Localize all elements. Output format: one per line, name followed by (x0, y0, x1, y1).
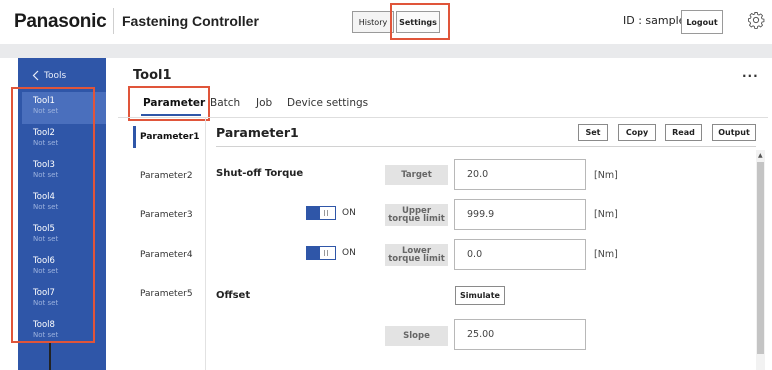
back-label: Tools (44, 70, 67, 81)
slope-label: Slope (385, 326, 448, 346)
param-item-4[interactable]: Parameter4 (140, 250, 193, 260)
upper-limit-toggle-label: ON (342, 208, 356, 218)
toggle-knob (307, 207, 320, 219)
param-list-divider (205, 118, 206, 370)
lower-limit-toggle-label: ON (342, 248, 356, 258)
active-parameter-indicator (133, 126, 136, 148)
upper-torque-limit-input[interactable]: 999.9 (454, 199, 586, 230)
app-title: Fastening Controller (122, 13, 259, 29)
back-to-tools[interactable]: Tools (32, 70, 66, 81)
shutoff-torque-label: Shut-off Torque (216, 168, 304, 179)
tab-device-settings[interactable]: Device settings (287, 97, 368, 109)
page-title: Tool1 (133, 68, 172, 83)
chevron-left-icon (32, 70, 39, 81)
upper-torque-limit-label: Upper torque limit (385, 204, 448, 226)
lower-torque-limit-input[interactable]: 0.0 (454, 239, 586, 270)
param-item-2[interactable]: Parameter2 (140, 171, 193, 181)
callout-pointer-line (49, 343, 51, 370)
tab-job[interactable]: Job (256, 97, 272, 109)
logout-button[interactable]: Logout (681, 10, 723, 34)
read-button[interactable]: Read (665, 124, 702, 141)
toggle-knob (307, 247, 320, 259)
output-button[interactable]: Output (712, 124, 756, 141)
simulate-button[interactable]: Simulate (455, 286, 505, 305)
offset-label: Offset (216, 290, 251, 301)
upper-limit-toggle[interactable] (306, 206, 336, 220)
param-item-5[interactable]: Parameter5 (140, 289, 193, 299)
toggle-grip (324, 210, 328, 216)
tools-callout-box (11, 87, 95, 343)
gear-icon[interactable] (747, 11, 765, 29)
scroll-up-arrow-icon[interactable]: ▲ (758, 152, 763, 159)
lower-torque-limit-label: Lower torque limit (385, 244, 448, 266)
top-strip (0, 44, 772, 58)
section-divider (216, 146, 756, 147)
settings-callout-box (390, 3, 450, 40)
section-title: Parameter1 (216, 125, 299, 140)
more-menu-icon[interactable]: ... (742, 66, 759, 80)
tabs-divider (118, 117, 768, 118)
slope-input[interactable]: 25.00 (454, 319, 586, 350)
scrollbar-thumb[interactable] (757, 162, 764, 354)
parameter-tab-callout-box (128, 86, 210, 121)
target-input[interactable]: 20.0 (454, 159, 586, 190)
target-unit: [Nm] (594, 170, 618, 181)
app-header: Panasonic Fastening Controller History S… (0, 0, 772, 44)
toggle-grip (324, 250, 328, 256)
copy-button[interactable]: Copy (618, 124, 656, 141)
lower-torque-limit-unit: [Nm] (594, 249, 618, 260)
set-button[interactable]: Set (578, 124, 608, 141)
upper-torque-limit-unit: [Nm] (594, 209, 618, 220)
header-divider (113, 8, 114, 34)
tab-batch[interactable]: Batch (210, 97, 240, 109)
param-item-3[interactable]: Parameter3 (140, 210, 193, 220)
param-item-1[interactable]: Parameter1 (140, 132, 200, 142)
target-label: Target (385, 165, 448, 185)
brand-logo: Panasonic (14, 11, 107, 32)
lower-limit-toggle[interactable] (306, 246, 336, 260)
history-button[interactable]: History (352, 11, 394, 33)
user-id-label: ID : sample (623, 14, 686, 27)
